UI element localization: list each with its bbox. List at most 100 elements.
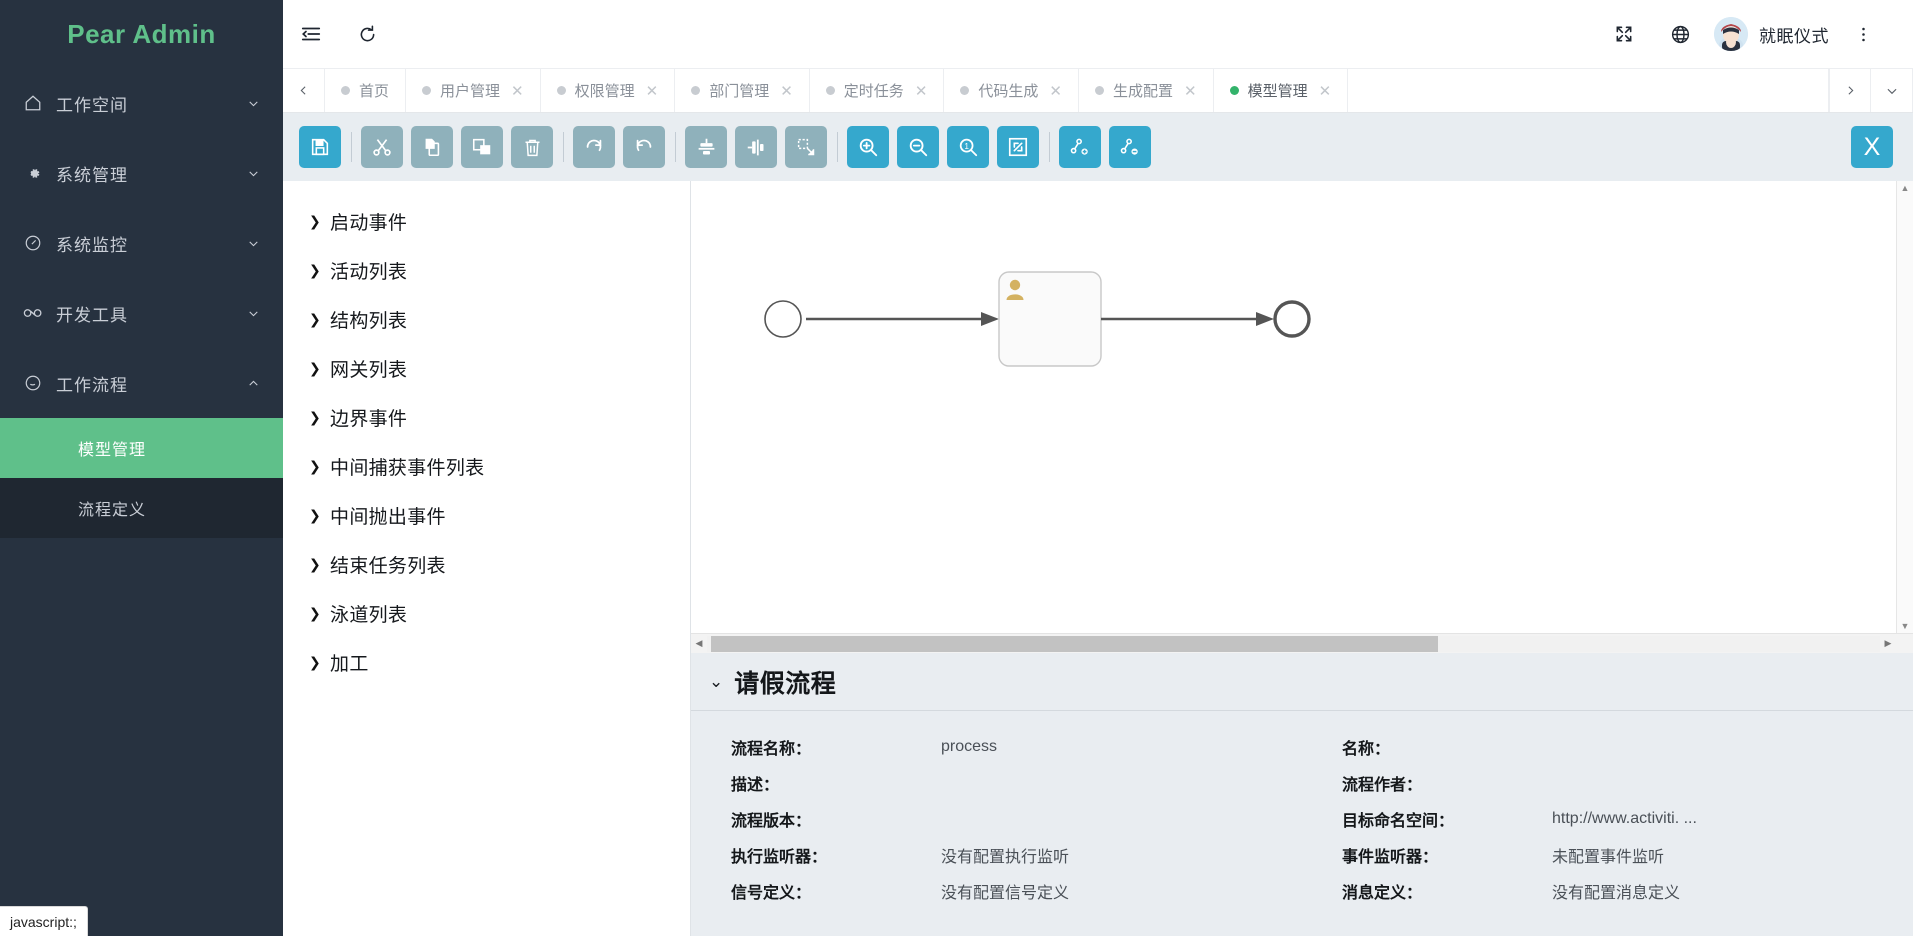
align-vertical-button[interactable] [685,126,727,168]
tab-dropdown-button[interactable] [1871,69,1913,112]
chevron-right-icon[interactable]: ❯ [309,458,321,475]
node-remove-button[interactable] [1109,126,1151,168]
tab-next-button[interactable] [1829,69,1871,112]
palette-group-item[interactable]: ❯中间抛出事件 [283,491,690,540]
hscroll-track[interactable] [707,636,1880,652]
tab-close-icon[interactable]: ✕ [646,82,659,100]
zoom-in-button[interactable] [847,126,889,168]
property-label: 描述： [691,771,941,795]
tab-close-icon[interactable]: ✕ [1184,82,1197,100]
tab-close-icon[interactable]: ✕ [1319,82,1332,100]
zoom-fit-button[interactable] [997,126,1039,168]
palette-group-item[interactable]: ❯ 活动列表 [283,246,690,295]
tab-item[interactable]: 生成配置✕ [1079,69,1214,112]
globe-icon[interactable] [1652,0,1708,68]
property-value[interactable]: 没有配置消息定义 [1552,879,1913,903]
tab-item[interactable]: 权限管理✕ [541,69,676,112]
toolbar-divider [351,132,352,162]
chevron-right-icon[interactable]: ❯ [309,262,321,279]
palette-group-label: 活动列表 [330,257,407,284]
cut-button[interactable] [361,126,403,168]
close-designer-button[interactable]: X [1851,126,1893,168]
tab-label: 首页 [359,80,389,101]
tab-item[interactable]: 定时任务✕ [810,69,945,112]
properties-header[interactable]: ⌄ 请假流程 [691,653,1913,711]
palette-group-item[interactable]: ❯边界事件 [283,393,690,442]
tab-status-dot [691,86,700,95]
redo-button[interactable] [573,126,615,168]
palette-group-item[interactable]: ❯ 泳道列表 [283,589,690,638]
tab-item[interactable]: 代码生成✕ [944,69,1079,112]
gear-icon [20,165,46,182]
paste-button[interactable] [461,126,503,168]
chevron-right-icon[interactable]: ❯ [309,654,321,671]
tab-prev-button[interactable] [283,69,325,112]
infinity-icon [20,306,46,320]
sidebar-item-workflow[interactable]: 工作流程 [0,348,283,418]
sidebar-item-system-management[interactable]: 系统管理 [0,138,283,208]
tab-status-dot [1095,86,1104,95]
palette-group-item[interactable]: ❯结构列表 [283,295,690,344]
chevron-right-icon[interactable]: ❯ [309,556,321,573]
tab-item[interactable]: 用户管理✕ [406,69,541,112]
scroll-down-arrow[interactable]: ▼ [1901,621,1910,631]
property-row: 流程版本： [691,801,1302,837]
palette-group-label: 泳道列表 [330,600,407,627]
svg-text:1: 1 [964,142,969,151]
scroll-right-arrow[interactable]: ▶ [1880,638,1896,649]
refresh-icon[interactable] [339,0,395,68]
undo-button[interactable] [623,126,665,168]
palette-group-label: 启动事件 [330,208,407,235]
palette-group-item[interactable]: ❯加工 [283,638,690,687]
palette-group-item[interactable]: ❯ 启动事件 [283,197,690,246]
palette-group-item[interactable]: ❯结束任务列表 [283,540,690,589]
tab-close-icon[interactable]: ✕ [1049,82,1062,100]
sidebar-item-model-management[interactable]: 模型管理 [0,418,283,478]
chevron-right-icon[interactable]: ❯ [309,311,321,328]
zoom-out-button[interactable] [897,126,939,168]
palette-group-label: 中间捕获事件列表 [330,453,484,480]
tab-close-icon[interactable]: ✕ [511,82,524,100]
hscroll-thumb[interactable] [711,636,1438,652]
chevron-right-icon[interactable]: ❯ [309,360,321,377]
tab-close-icon[interactable]: ✕ [915,82,928,100]
property-value[interactable]: http://www.activiti. ... [1552,810,1913,828]
property-value[interactable]: 没有配置信号定义 [941,879,1302,903]
bpmn-canvas[interactable] [691,181,1896,633]
tab-close-icon[interactable]: ✕ [780,82,793,100]
canvas-vertical-scrollbar[interactable]: ▲ ▼ [1896,181,1913,633]
chevron-right-icon[interactable]: ❯ [309,605,321,622]
status-bar: javascript:; [0,906,88,936]
fullscreen-icon[interactable] [1596,0,1652,68]
align-horizontal-button[interactable] [735,126,777,168]
sidebar-item-system-monitor[interactable]: 系统监控 [0,208,283,278]
resize-button[interactable] [785,126,827,168]
user-menu[interactable]: 就眠仪式 [1708,17,1835,51]
save-button[interactable] [299,126,341,168]
scroll-left-arrow[interactable]: ◀ [691,638,707,649]
menu-collapse-icon[interactable] [283,0,339,68]
chevron-down-icon[interactable]: ⌄ [709,672,723,692]
username-label: 就眠仪式 [1759,22,1829,47]
canvas-horizontal-scrollbar[interactable]: ◀ ▶ [691,633,1913,653]
property-value[interactable]: 未配置事件监听 [1552,843,1913,867]
property-value[interactable]: 没有配置执行监听 [941,843,1302,867]
tab-item[interactable]: 首页 [325,69,406,112]
sidebar-item-process-definition[interactable]: 流程定义 [0,478,283,538]
sidebar-item-dev-tools[interactable]: 开发工具 [0,278,283,348]
chevron-right-icon[interactable]: ❯ [309,409,321,426]
scroll-up-arrow[interactable]: ▲ [1901,183,1910,193]
palette-group-item[interactable]: ❯网关列表 [283,344,690,393]
zoom-actual-button[interactable]: 1 [947,126,989,168]
tab-item[interactable]: 模型管理✕ [1214,69,1349,112]
tab-item[interactable]: 部门管理✕ [675,69,810,112]
property-value[interactable]: process [941,738,1302,756]
chevron-right-icon[interactable]: ❯ [309,213,321,230]
delete-button[interactable] [511,126,553,168]
node-add-button[interactable] [1059,126,1101,168]
palette-group-item[interactable]: ❯ 中间捕获事件列表 [283,442,690,491]
more-vertical-icon[interactable] [1835,0,1891,68]
copy-button[interactable] [411,126,453,168]
sidebar-item-workspace[interactable]: 工作空间 [0,68,283,138]
chevron-right-icon[interactable]: ❯ [309,507,321,524]
